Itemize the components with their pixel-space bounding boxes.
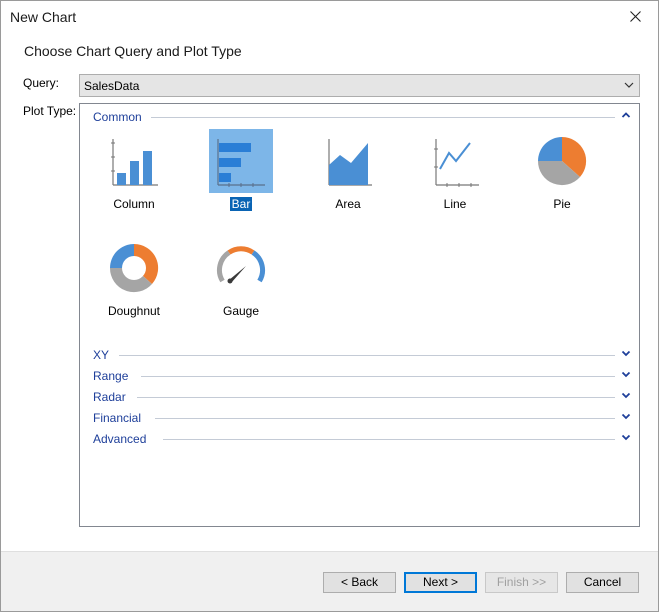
chart-type-label: Line	[443, 197, 467, 211]
chart-type-area[interactable]: Area	[315, 129, 381, 219]
group-divider	[119, 355, 615, 356]
group-header-range[interactable]: Range	[93, 369, 633, 383]
area-chart-icon	[328, 139, 372, 186]
chart-type-label: Doughnut	[107, 304, 161, 318]
chevron-down-icon	[624, 82, 634, 88]
chevron-down-icon	[621, 434, 631, 441]
group-header-radar[interactable]: Radar	[93, 390, 633, 404]
column-chart-icon	[111, 139, 158, 186]
chart-type-label: Bar	[229, 197, 253, 211]
chevron-up-icon	[621, 112, 631, 118]
doughnut-chart-icon	[109, 243, 159, 293]
plot-type-panel: Common Column Bar Area Line Pie Doughnut…	[79, 103, 640, 527]
chevron-down-icon	[621, 350, 631, 357]
finish-button: Finish >>	[485, 572, 558, 593]
line-chart-icon	[434, 139, 479, 187]
cancel-button[interactable]: Cancel	[566, 572, 639, 593]
query-label: Query:	[23, 76, 60, 90]
group-divider	[163, 439, 615, 440]
chart-type-pie[interactable]: Pie	[529, 129, 595, 219]
back-button[interactable]: < Back	[323, 572, 396, 593]
chart-type-label: Gauge	[222, 304, 260, 318]
query-value: SalesData	[84, 79, 140, 93]
close-icon	[629, 10, 641, 22]
next-button[interactable]: Next >	[404, 572, 477, 593]
group-header-xy[interactable]: XY	[93, 348, 633, 362]
chart-type-doughnut[interactable]: Doughnut	[101, 236, 167, 326]
group-divider	[141, 376, 615, 377]
title-bar: New Chart	[1, 1, 658, 33]
group-divider	[137, 397, 615, 398]
group-divider	[155, 418, 615, 419]
new-chart-dialog: New Chart Choose Chart Query and Plot Ty…	[0, 0, 659, 612]
group-divider	[151, 117, 615, 118]
group-header-common[interactable]: Common	[93, 110, 633, 124]
chart-type-bar[interactable]: Bar	[208, 129, 274, 219]
group-label-radar: Radar	[93, 390, 130, 404]
plot-type-label: Plot Type:	[23, 104, 77, 118]
query-select[interactable]: SalesData	[79, 74, 640, 97]
close-button[interactable]	[612, 1, 658, 31]
window-title: New Chart	[10, 9, 77, 25]
chart-type-column[interactable]: Column	[101, 129, 167, 219]
dialog-footer: < Back Next > Finish >> Cancel	[1, 551, 658, 611]
chart-type-label: Area	[335, 197, 361, 211]
chart-type-label: Column	[113, 197, 155, 211]
group-label-advanced: Advanced	[93, 432, 151, 446]
gauge-chart-icon	[216, 246, 266, 284]
chevron-down-icon	[621, 413, 631, 420]
group-header-advanced[interactable]: Advanced	[93, 432, 633, 446]
group-label-xy: XY	[93, 348, 114, 362]
group-label-financial: Financial	[93, 411, 146, 425]
pie-chart-icon	[537, 136, 587, 186]
chevron-down-icon	[621, 371, 631, 378]
bar-chart-icon	[217, 139, 265, 187]
group-label-range: Range	[93, 369, 133, 383]
group-label-common: Common	[93, 110, 146, 124]
chevron-down-icon	[621, 392, 631, 399]
chart-type-gauge[interactable]: Gauge	[208, 236, 274, 326]
chart-type-line[interactable]: Line	[422, 129, 488, 219]
page-heading: Choose Chart Query and Plot Type	[24, 43, 242, 59]
group-header-financial[interactable]: Financial	[93, 411, 633, 425]
chart-type-label: Pie	[553, 197, 571, 211]
